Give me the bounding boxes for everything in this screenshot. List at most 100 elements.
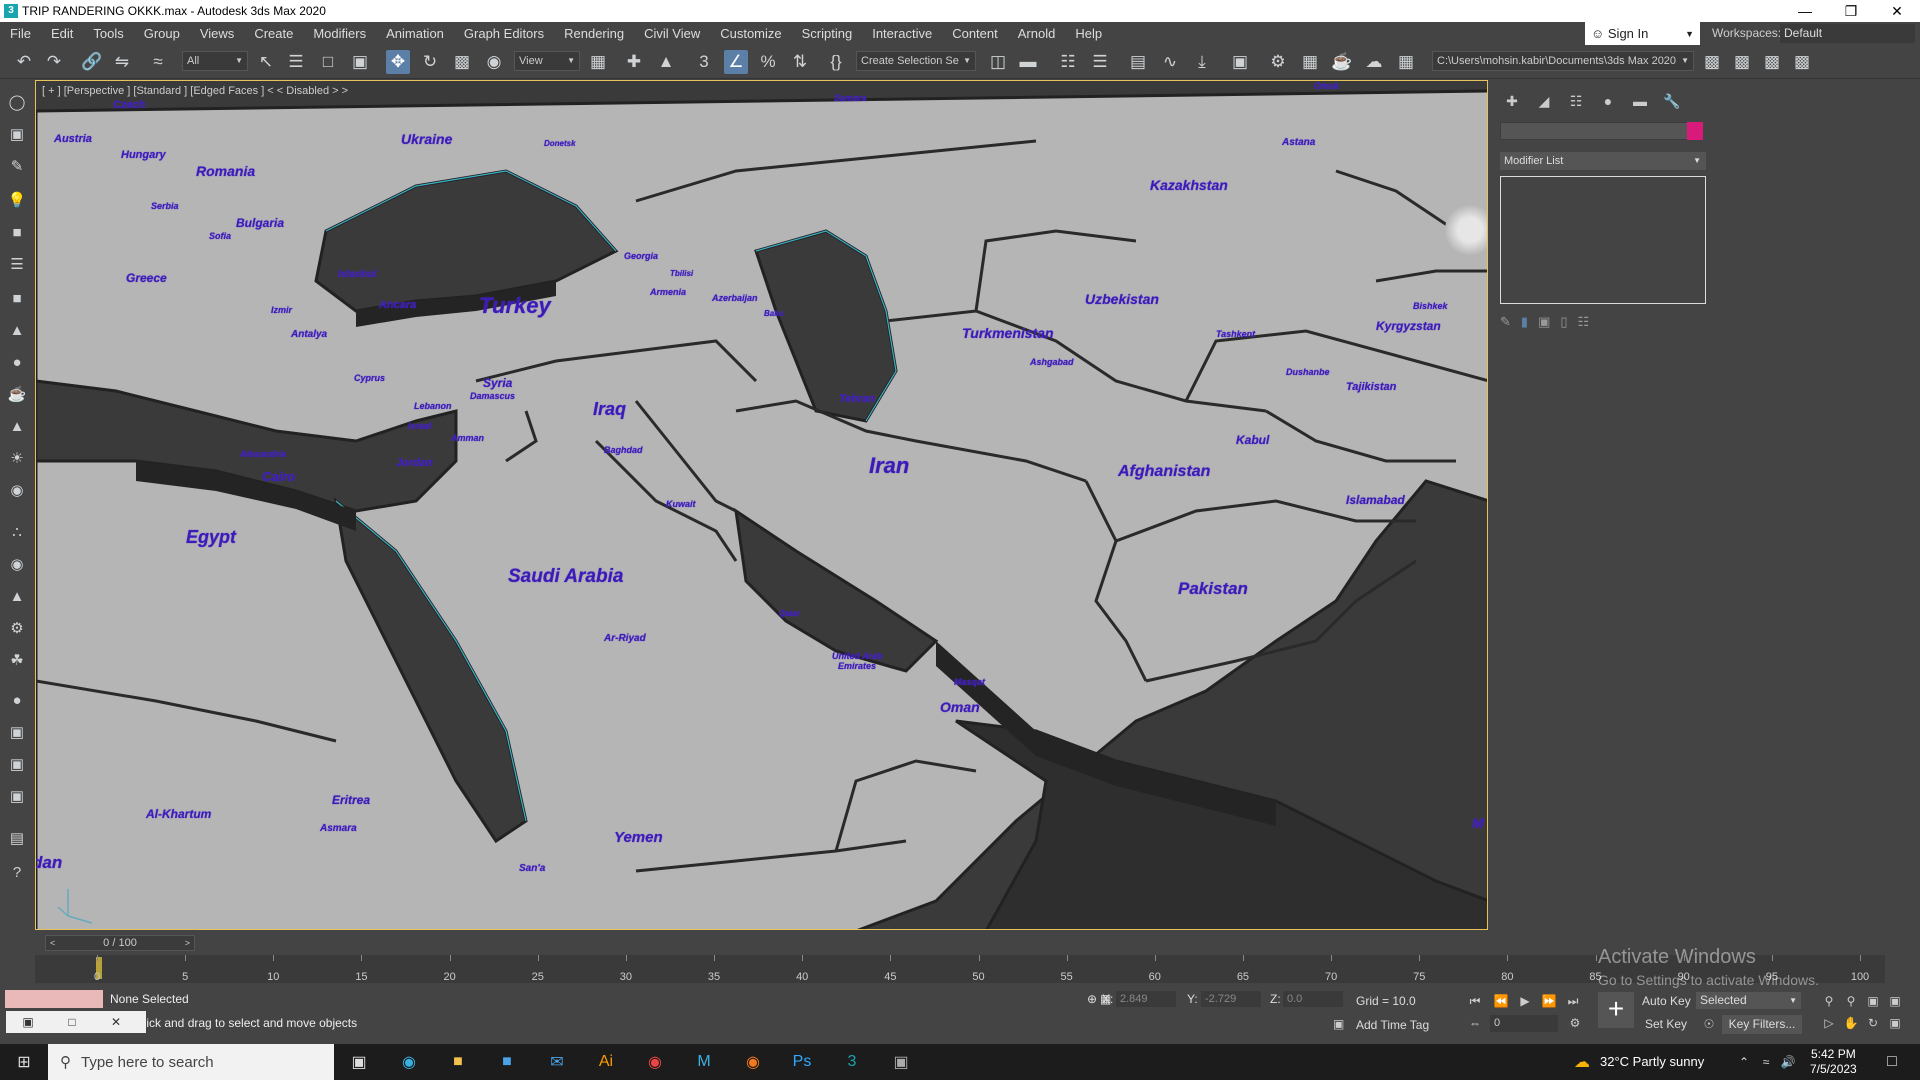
add-time-tag-button[interactable]: Add Time Tag	[1356, 1018, 1429, 1032]
menu-help[interactable]: Help	[1065, 26, 1112, 41]
menu-civil-view[interactable]: Civil View	[634, 26, 710, 41]
pin-stack-icon[interactable]: ✎	[1500, 314, 1511, 330]
object-name-field[interactable]	[1500, 122, 1695, 140]
go-to-end-icon[interactable]: ⏭	[1564, 992, 1582, 1010]
edge-icon[interactable]: ◉	[397, 1050, 421, 1074]
menu-tools[interactable]: Tools	[83, 26, 133, 41]
key-selection-dropdown[interactable]: Selected ▼	[1696, 992, 1801, 1009]
time-slider[interactable]: < 0 / 100 >	[45, 935, 195, 951]
menu-interactive[interactable]: Interactive	[862, 26, 942, 41]
remove-modifier-icon[interactable]: ▯	[1560, 314, 1567, 330]
modifier-list-dropdown[interactable]: Modifier List ▼	[1500, 152, 1706, 170]
project-folder-dropdown[interactable]: C:\Users\mohsin.kabir\Documents\3ds Max …	[1432, 51, 1694, 71]
plane-primitive-icon[interactable]: ▲	[5, 318, 29, 342]
menu-group[interactable]: Group	[134, 26, 190, 41]
viewport-layouts-icon[interactable]: ▣	[5, 122, 29, 146]
rotate-icon[interactable]: ↻	[418, 50, 442, 74]
make-unique-icon[interactable]: ▣	[1538, 314, 1550, 330]
redo-icon[interactable]: ↷	[42, 50, 66, 74]
mail-icon[interactable]: ✉	[545, 1050, 569, 1074]
settings-gear-icon[interactable]: ⚙	[5, 616, 29, 640]
network-icon[interactable]: ▣	[5, 784, 29, 808]
menu-arnold[interactable]: Arnold	[1008, 26, 1066, 41]
weather-text[interactable]: 32°C Partly sunny	[1600, 1054, 1704, 1069]
key-mode-icon[interactable]: ⇔	[1466, 1014, 1484, 1032]
photoshop-icon[interactable]: Ps	[790, 1050, 814, 1074]
close-icon[interactable]: ✕	[94, 1015, 138, 1029]
menu-animation[interactable]: Animation	[376, 26, 454, 41]
workspace-icon-2[interactable]: ▩	[1760, 50, 1784, 74]
maximize-icon[interactable]: □	[50, 1015, 94, 1029]
undo-icon[interactable]: ↶	[12, 50, 36, 74]
x-coordinate-field[interactable]: 2.849	[1116, 991, 1176, 1007]
named-selection-set-dropdown[interactable]: Create Selection Se ▼	[856, 51, 976, 71]
menu-customize[interactable]: Customize	[710, 26, 791, 41]
spinner-snap-icon[interactable]: ⇅	[788, 50, 812, 74]
key-filters-button[interactable]: Key Filters...	[1722, 1015, 1802, 1034]
menu-modifiers[interactable]: Modifiers	[303, 26, 376, 41]
wifi-icon[interactable]: ≈	[1754, 1050, 1778, 1074]
object-color-swatch[interactable]	[1687, 122, 1703, 140]
menu-content[interactable]: Content	[942, 26, 1008, 41]
toggle-layer-explorer-icon[interactable]: ☰	[1088, 50, 1112, 74]
sign-in-dropdown[interactable]: ☺ Sign In ▼	[1585, 22, 1700, 45]
zoom-extents-icon[interactable]: ▣	[1864, 992, 1882, 1010]
zoom-extents-all-icon[interactable]: ▣	[1886, 992, 1904, 1010]
field-of-view-icon[interactable]: ▷	[1820, 1014, 1838, 1032]
help-icon[interactable]: ?	[5, 860, 29, 884]
chrome-icon[interactable]: ◉	[643, 1050, 667, 1074]
time-next-icon[interactable]: >	[185, 936, 190, 950]
configure-modifier-sets-icon[interactable]: ☷	[1578, 314, 1590, 330]
menu-edit[interactable]: Edit	[41, 26, 83, 41]
place-icon[interactable]: ◉	[482, 50, 506, 74]
perspective-viewport[interactable]: [ + ] [Perspective ] [Standard ] [Edged …	[35, 80, 1488, 930]
align-icon[interactable]: ▬	[1016, 50, 1040, 74]
torus-icon[interactable]: ◉	[5, 478, 29, 502]
unlink-icon[interactable]: ⇋	[110, 50, 134, 74]
toggle-scene-explorer-icon[interactable]: ☷	[1056, 50, 1080, 74]
cone-primitive-icon[interactable]: ▲	[5, 414, 29, 438]
particles-icon[interactable]: ∴	[5, 520, 29, 544]
utilities-tab-icon[interactable]: 🔧	[1660, 90, 1684, 112]
a360-gallery-icon[interactable]: ▦	[1394, 50, 1418, 74]
select-manipulate-icon[interactable]: ✚	[622, 50, 646, 74]
window-crossing-icon[interactable]: ▣	[348, 50, 372, 74]
link-icon[interactable]: 🔗	[80, 50, 104, 74]
bind-space-warp-icon[interactable]: ≈	[146, 50, 170, 74]
create-geometry-icon[interactable]: ◯	[5, 90, 29, 114]
restore-button[interactable]: ❐	[1828, 0, 1874, 22]
zoom-all-icon[interactable]: ⚲	[1842, 992, 1860, 1010]
file-explorer-icon[interactable]: ■	[446, 1050, 470, 1074]
volume-icon[interactable]: 🔊	[1776, 1050, 1800, 1074]
globe-icon[interactable]: ●	[5, 688, 29, 712]
sphere-primitive-icon[interactable]: ●	[5, 350, 29, 374]
curve-editor-icon[interactable]: ∿	[1158, 50, 1182, 74]
hierarchy-icon[interactable]: ☰	[5, 252, 29, 276]
modify-tab-icon[interactable]: ◢	[1532, 90, 1556, 112]
set-key-button[interactable]: Set Key	[1645, 1017, 1687, 1031]
workspace-icon-3[interactable]: ▩	[1790, 50, 1814, 74]
time-prev-icon[interactable]: <	[50, 936, 55, 950]
render-production-icon[interactable]: ☕	[1330, 50, 1354, 74]
box-primitive-icon[interactable]: ■	[5, 286, 29, 310]
material-editor-icon[interactable]: ▣	[1228, 50, 1252, 74]
z-coordinate-field[interactable]: 0.0	[1283, 991, 1343, 1007]
render-in-cloud-icon[interactable]: ☁	[1362, 50, 1386, 74]
time-configuration-icon[interactable]: ⚙	[1566, 1014, 1584, 1032]
restore-icon[interactable]: ▣	[6, 1015, 50, 1029]
zoom-icon[interactable]: ⚲	[1820, 992, 1838, 1010]
menu-views[interactable]: Views	[190, 26, 244, 41]
menu-graph-editors[interactable]: Graph Editors	[454, 26, 554, 41]
maya-icon[interactable]: M	[692, 1050, 716, 1074]
light-bulb-icon[interactable]: 💡	[5, 188, 29, 212]
menu-file[interactable]: File	[0, 26, 41, 41]
display-tab-icon[interactable]: ▬	[1628, 90, 1652, 112]
schematic-view-icon[interactable]: ⤓	[1190, 50, 1214, 74]
reference-coordinate-dropdown[interactable]: View ▼	[514, 51, 580, 71]
keyboard-shortcut-icon[interactable]: ▲	[654, 50, 678, 74]
go-to-start-icon[interactable]: ⏮	[1466, 992, 1484, 1010]
taskbar-search[interactable]: ⚲ Type here to search	[48, 1044, 334, 1080]
hierarchy-tab-icon[interactable]: ☷	[1564, 90, 1588, 112]
auto-key-button[interactable]: Auto Key	[1642, 994, 1691, 1008]
dynamics-icon[interactable]: ◉	[5, 552, 29, 576]
